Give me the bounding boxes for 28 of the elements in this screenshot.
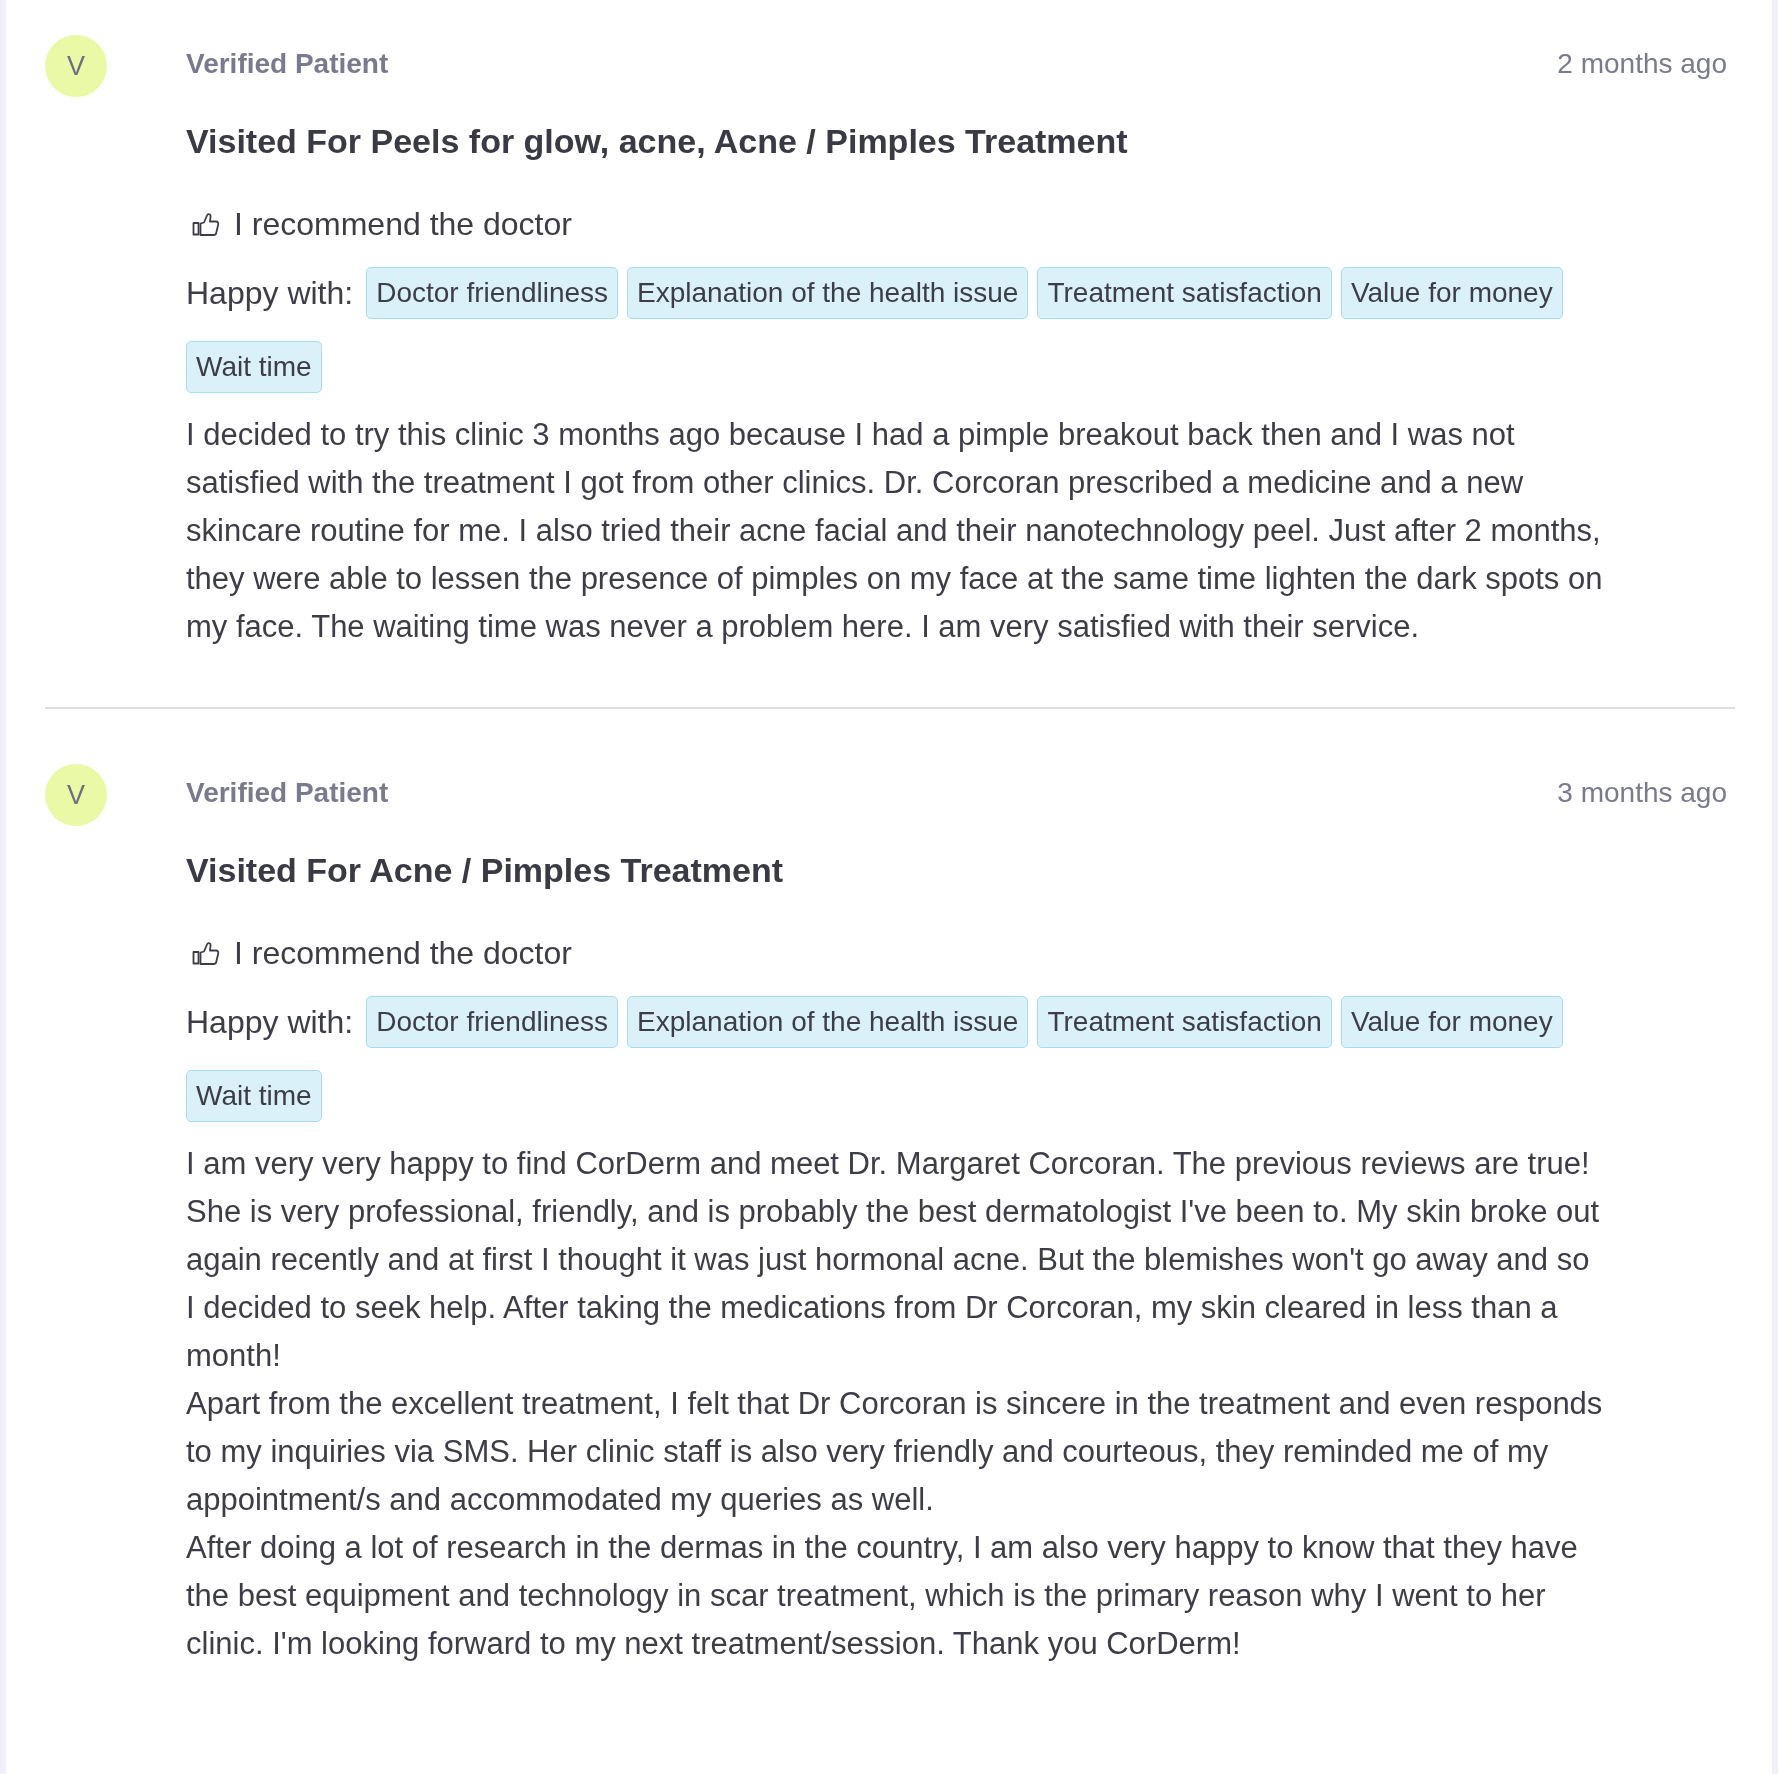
review-date: 2 months ago [1557, 48, 1727, 80]
review-paragraph: After doing a lot of research in the dermas in the country, I am also very happy to know that they have the best equipment and technology in scar treatment, which is the primary reason why I went to her clinic. I'm looking forward to my next treatment/session. Thank you CorDerm! [186, 1529, 1579, 1663]
feedback-tag: Value for money [1340, 996, 1563, 1048]
review-title: Visited For Peels for glow, acne, Acne / Pimples Treatment [186, 121, 1129, 162]
thumbs-up-icon [192, 211, 220, 237]
recommendation-text: I recommend the doctor [234, 935, 572, 971]
recommendation-text: I recommend the doctor [234, 206, 572, 242]
feedback-tag: Doctor friendliness [366, 996, 619, 1048]
user-avatar: V [45, 764, 107, 826]
review-title: Visited For Acne / Pimples Treatment [186, 850, 785, 891]
author-name: Verified Patient [186, 48, 389, 80]
author-name: Verified Patient [186, 777, 389, 809]
happy-with-label: Happy with: [186, 274, 354, 312]
review-paragraph: Apart from the excellent treatment, I felt that Dr Corcoran is sincere in the treatment and even responds to my inquiries via SMS. Her clinic staff is also very friendly and courteous, they reminded me of my appointment/s and accommodated my queries as well. [186, 1385, 1604, 1519]
feedback-tag: Wait time [186, 1070, 322, 1122]
review-paragraph: I am very very happy to find CorDerm and meet Dr. Margaret Corcoran. The previous reviews are true! She is very professional, friendly, and is probably the best dermatologist I've been to. My skin broke out again recently and at first I thought it was just hormonal acne. But the blemishes won't go away and so I decided to seek help. After taking the medications from Dr Corcoran, my skin cleared in less than a month! [186, 1145, 1601, 1375]
user-avatar: V [45, 35, 107, 97]
feedback-tag: Wait time [186, 341, 322, 393]
review-date: 3 months ago [1557, 777, 1727, 809]
feedback-tag: Doctor friendliness [366, 267, 619, 319]
thumbs-up-icon [192, 940, 220, 966]
feedback-tag: Explanation of the health issue [627, 267, 1029, 319]
feedback-tag: Value for money [1340, 267, 1563, 319]
feedback-tag: Explanation of the health issue [627, 996, 1029, 1048]
review-paragraph: I decided to try this clinic 3 months ago because I had a pimple breakout back then and I was not satisfied with the treatment I got from other clinics. Dr. Corcoran prescribed a medicine and a new skincare routine for me. I also tried their acne facial and their nanotechnology peel. Just after 2 months, they were able to lessen the presence of pimples on my face at the same time lighten the dark spots on my face. The waiting time was never a problem here. I am very satisfied with their service. [186, 416, 1604, 646]
feedback-tag: Treatment satisfaction [1037, 996, 1332, 1048]
happy-with-label: Happy with: [186, 1003, 354, 1041]
feedback-tag: Treatment satisfaction [1037, 267, 1332, 319]
